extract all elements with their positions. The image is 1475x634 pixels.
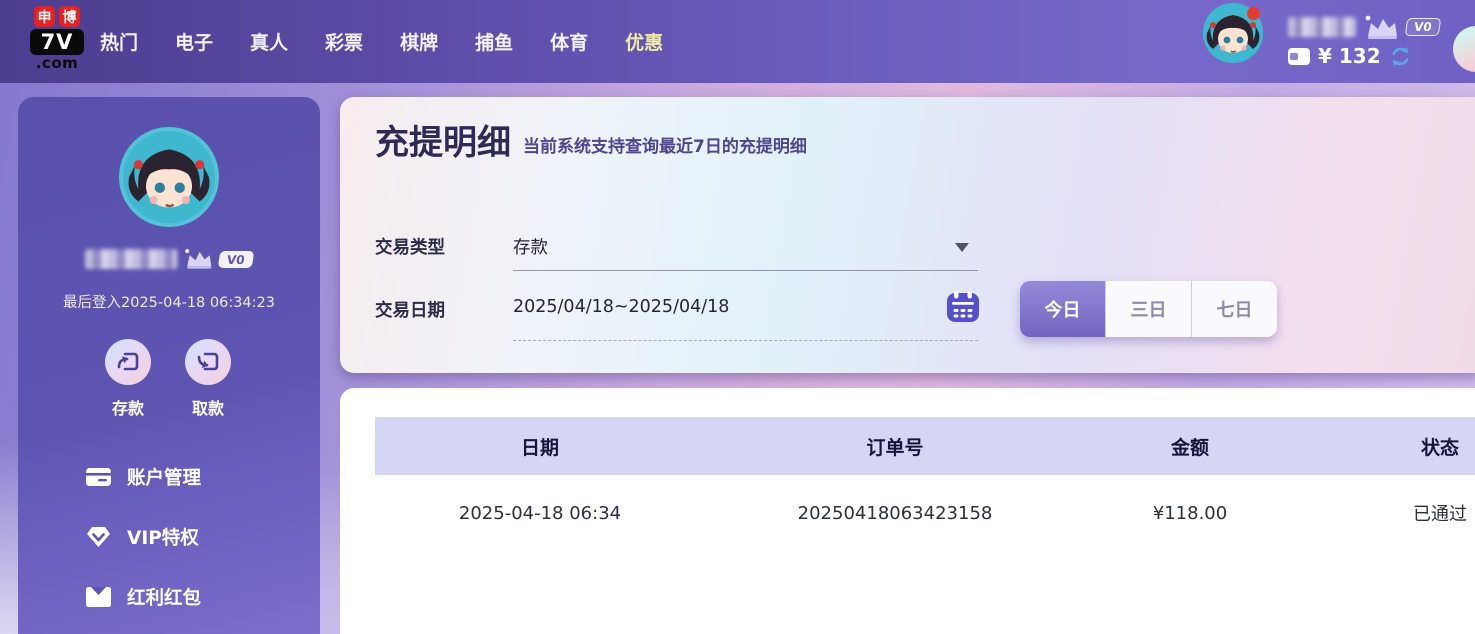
sidebar-item-vip[interactable]: VIP特权 bbox=[18, 507, 320, 567]
username-blurred[interactable] bbox=[1288, 17, 1356, 37]
logo-brand-text: 7V bbox=[30, 29, 84, 55]
floating-button-partial[interactable] bbox=[1453, 26, 1475, 72]
deposit-quick-action[interactable]: 存款 bbox=[96, 339, 160, 419]
records-card: 日期 订单号 金额 状态 2025-04-18 06:34 2025041806… bbox=[340, 388, 1475, 634]
site-logo[interactable]: 申 博 7V .com bbox=[28, 6, 86, 71]
sidebar-item-bonus[interactable]: 红利红包 bbox=[18, 567, 320, 627]
page-subtitle: 当前系统支持查询最近7日的充提明细 bbox=[523, 137, 807, 158]
transaction-date-label: 交易日期 bbox=[375, 301, 445, 321]
date-underline bbox=[513, 340, 978, 341]
col-header-amount: 金额 bbox=[1170, 436, 1209, 459]
cell-order-no: 20250418063423158 bbox=[797, 502, 993, 524]
nav-item-live[interactable]: 真人 bbox=[250, 28, 288, 55]
sidebar-item-label: 账户管理 bbox=[127, 468, 202, 489]
transaction-type-label: 交易类型 bbox=[375, 238, 445, 258]
cell-amount: ¥118.00 bbox=[1152, 502, 1228, 524]
logo-domain-text: .com bbox=[35, 54, 79, 72]
sidebar: V0 最后登入2025-04-18 06:34:23 存款 取款 账户管理 VI… bbox=[18, 97, 320, 634]
logo-badges: 申 博 bbox=[34, 6, 80, 27]
sidebar-item-account[interactable]: 账户管理 bbox=[18, 447, 320, 507]
table-header-row: 日期 订单号 金额 状态 bbox=[375, 417, 1475, 475]
chevron-down-icon[interactable] bbox=[955, 243, 969, 252]
nav-item-lottery[interactable]: 彩票 bbox=[325, 28, 363, 55]
sidebar-avatar[interactable] bbox=[119, 127, 219, 227]
sidebar-username-blurred bbox=[85, 249, 178, 269]
range-button-today[interactable]: 今日 bbox=[1020, 281, 1105, 337]
nav-item-promos[interactable]: 优惠 bbox=[625, 28, 663, 55]
cell-status: 已通过 bbox=[1413, 504, 1467, 525]
page-title: 充提明细 bbox=[375, 123, 511, 163]
transaction-date-value[interactable]: 2025/04/18~2025/04/18 bbox=[513, 297, 729, 317]
deposit-label: 存款 bbox=[111, 399, 144, 418]
date-range-group: 今日 三日 七日 bbox=[1020, 281, 1277, 337]
sidebar-menu: 账户管理 VIP特权 红利红包 bbox=[18, 447, 320, 627]
user-info-cluster: V0 ¥ 132 bbox=[1288, 14, 1441, 68]
range-button-7days[interactable]: 七日 bbox=[1191, 281, 1277, 337]
calendar-icon[interactable] bbox=[946, 291, 980, 327]
sidebar-item-label: 红利红包 bbox=[127, 588, 202, 609]
type-underline bbox=[513, 270, 978, 271]
last-login-text: 最后登入2025-04-18 06:34:23 bbox=[63, 295, 275, 311]
sidebar-item-label: VIP特权 bbox=[127, 528, 199, 549]
col-header-order-no: 订单号 bbox=[866, 436, 924, 459]
red-packet-icon bbox=[86, 587, 111, 607]
vip-level-badge: V0 bbox=[1404, 18, 1441, 36]
col-header-status: 状态 bbox=[1420, 436, 1459, 459]
nav-item-hot[interactable]: 热门 bbox=[100, 28, 138, 55]
crown-icon bbox=[1365, 15, 1397, 39]
sidebar-vip-badge: V0 bbox=[217, 250, 255, 268]
transaction-type-value[interactable]: 存款 bbox=[513, 234, 548, 259]
nav-item-slots[interactable]: 电子 bbox=[175, 28, 213, 55]
top-navigation-bar: 申 博 7V .com 热门 电子 真人 彩票 棋牌 捕鱼 体育 优惠 V0 ¥… bbox=[0, 0, 1475, 83]
notification-dot bbox=[1247, 7, 1260, 20]
deposit-icon bbox=[105, 339, 151, 385]
nav-item-fishing[interactable]: 捕鱼 bbox=[475, 28, 513, 55]
main-nav: 热门 电子 真人 彩票 棋牌 捕鱼 体育 优惠 bbox=[100, 0, 663, 83]
records-table: 日期 订单号 金额 状态 2025-04-18 06:34 2025041806… bbox=[375, 417, 1475, 551]
nav-item-cards[interactable]: 棋牌 bbox=[400, 28, 438, 55]
balance-amount: ¥ 132 bbox=[1318, 44, 1381, 68]
withdraw-quick-action[interactable]: 取款 bbox=[176, 339, 240, 419]
col-header-date: 日期 bbox=[520, 436, 559, 459]
logo-badge-shen: 申 bbox=[34, 6, 55, 27]
sidebar-user-row: V0 bbox=[18, 247, 320, 271]
refresh-icon[interactable] bbox=[1389, 45, 1412, 68]
crown-icon bbox=[185, 249, 212, 269]
range-button-3days[interactable]: 三日 bbox=[1105, 281, 1191, 337]
table-row: 2025-04-18 06:34 20250418063423158 ¥118.… bbox=[375, 475, 1475, 551]
withdraw-label: 取款 bbox=[191, 399, 224, 418]
vip-gem-icon bbox=[87, 527, 110, 547]
withdraw-icon bbox=[185, 339, 231, 385]
filters-card: 充提明细 当前系统支持查询最近7日的充提明细 交易类型 存款 交易日期 2025… bbox=[340, 97, 1475, 373]
cell-date: 2025-04-18 06:34 bbox=[458, 502, 622, 524]
wallet-icon bbox=[1288, 47, 1310, 65]
logo-badge-bo: 博 bbox=[59, 6, 80, 27]
page: 申 博 7V .com 热门 电子 真人 彩票 棋牌 捕鱼 体育 优惠 V0 ¥… bbox=[0, 0, 1475, 634]
nav-item-sports[interactable]: 体育 bbox=[550, 28, 588, 55]
account-card-icon bbox=[86, 468, 111, 486]
sidebar-avatar-illustration bbox=[123, 131, 215, 223]
